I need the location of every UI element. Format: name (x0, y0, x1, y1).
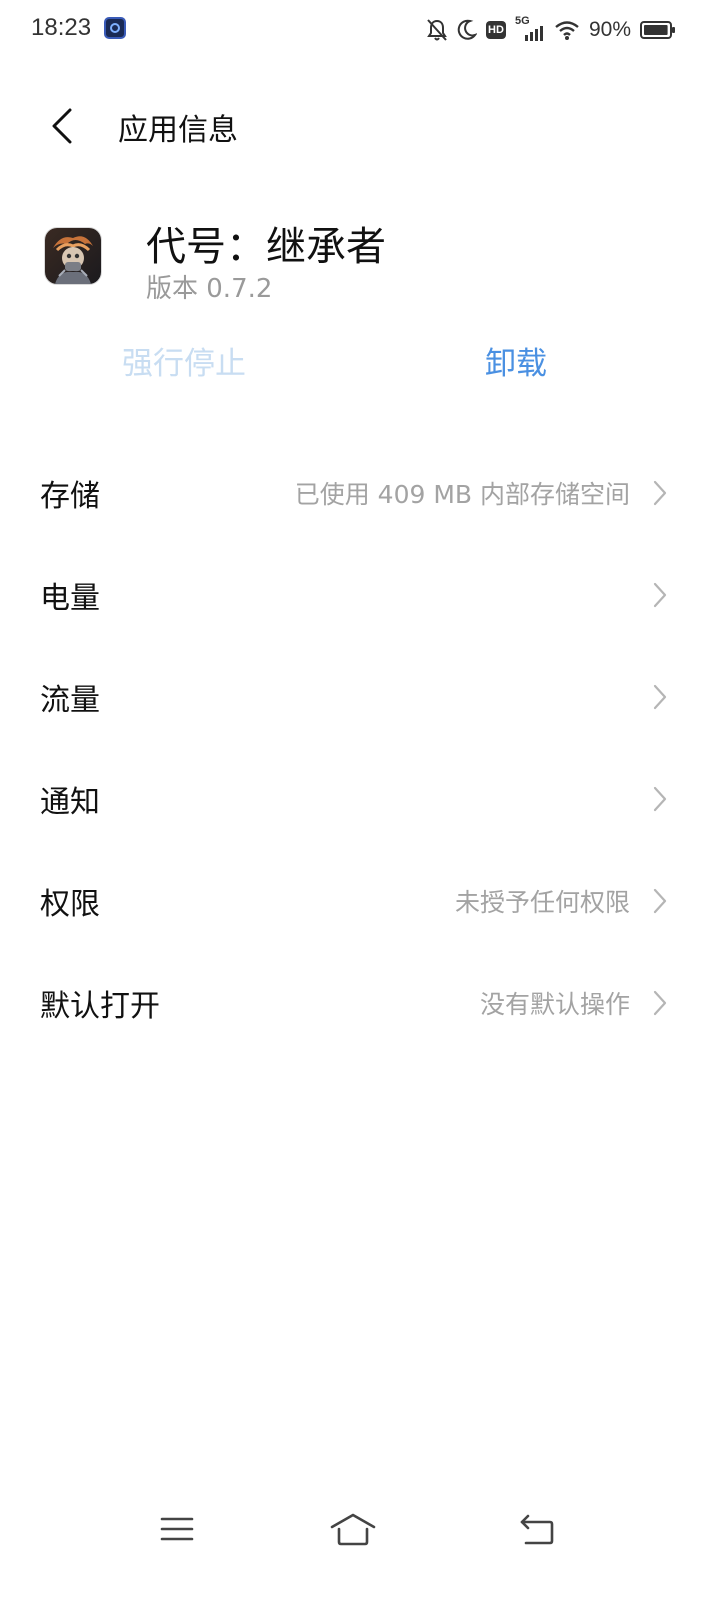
chevron-right-icon (653, 786, 667, 812)
home-button[interactable] (323, 1504, 383, 1554)
settings-row-notifications[interactable]: 通知 (0, 748, 720, 850)
chevron-right-icon (653, 582, 667, 608)
app-icon (45, 228, 101, 284)
home-icon (330, 1513, 376, 1546)
app-version: 版本 0.7.2 (146, 274, 273, 304)
moon-icon (457, 19, 477, 41)
system-nav-bar (0, 1490, 720, 1570)
battery-icon (640, 20, 676, 40)
row-value: 没有默认操作 (479, 990, 630, 1019)
row-label: 默认打开 (40, 989, 160, 1024)
app-bar: 应用信息 (0, 90, 720, 160)
uninstall-button[interactable]: 卸载 (485, 338, 547, 383)
row-value: 未授予任何权限 (454, 888, 630, 917)
settings-row-storage[interactable]: 存储 已使用 409 MB 内部存储空间 (0, 442, 720, 544)
back-nav-button[interactable] (508, 1504, 568, 1554)
status-icons: HD 5G 90% (426, 14, 676, 46)
settings-row-data-usage[interactable]: 流量 (0, 646, 720, 748)
menu-icon (160, 1517, 194, 1541)
status-time: 18:23 (31, 14, 92, 41)
chevron-right-icon (653, 990, 667, 1016)
row-label: 存储 (40, 479, 100, 514)
mute-notification-icon (426, 18, 448, 42)
page-title: 应用信息 (118, 113, 238, 148)
chevron-right-icon (653, 888, 667, 914)
row-label: 流量 (40, 683, 100, 718)
force-stop-button[interactable]: 强行停止 (122, 338, 246, 383)
row-value: 已使用 409 MB 内部存储空间 (294, 480, 630, 509)
settings-list: 存储 已使用 409 MB 内部存储空间 电量 流量 通知 权限 未授予任何权限… (0, 442, 720, 1054)
row-label: 权限 (40, 887, 100, 922)
chevron-left-icon (52, 108, 72, 144)
app-name: 代号：继承者 (146, 224, 386, 270)
row-label: 通知 (40, 785, 100, 820)
row-label: 电量 (40, 581, 100, 616)
wifi-icon (554, 19, 580, 41)
settings-row-open-by-default[interactable]: 默认打开 没有默认操作 (0, 952, 720, 1054)
chevron-right-icon (653, 480, 667, 506)
battery-percent: 90% (588, 18, 631, 41)
settings-row-permissions[interactable]: 权限 未授予任何权限 (0, 850, 720, 952)
signal-icon: 5G (515, 15, 545, 43)
back-icon (520, 1514, 554, 1545)
notification-app-icon (104, 17, 126, 39)
chevron-right-icon (653, 684, 667, 710)
back-button[interactable] (36, 100, 88, 152)
status-bar: 18:23 HD 5G 90% (0, 0, 720, 58)
settings-row-battery[interactable]: 电量 (0, 544, 720, 646)
recent-apps-button[interactable] (147, 1504, 207, 1554)
hd-badge: HD (485, 21, 506, 39)
